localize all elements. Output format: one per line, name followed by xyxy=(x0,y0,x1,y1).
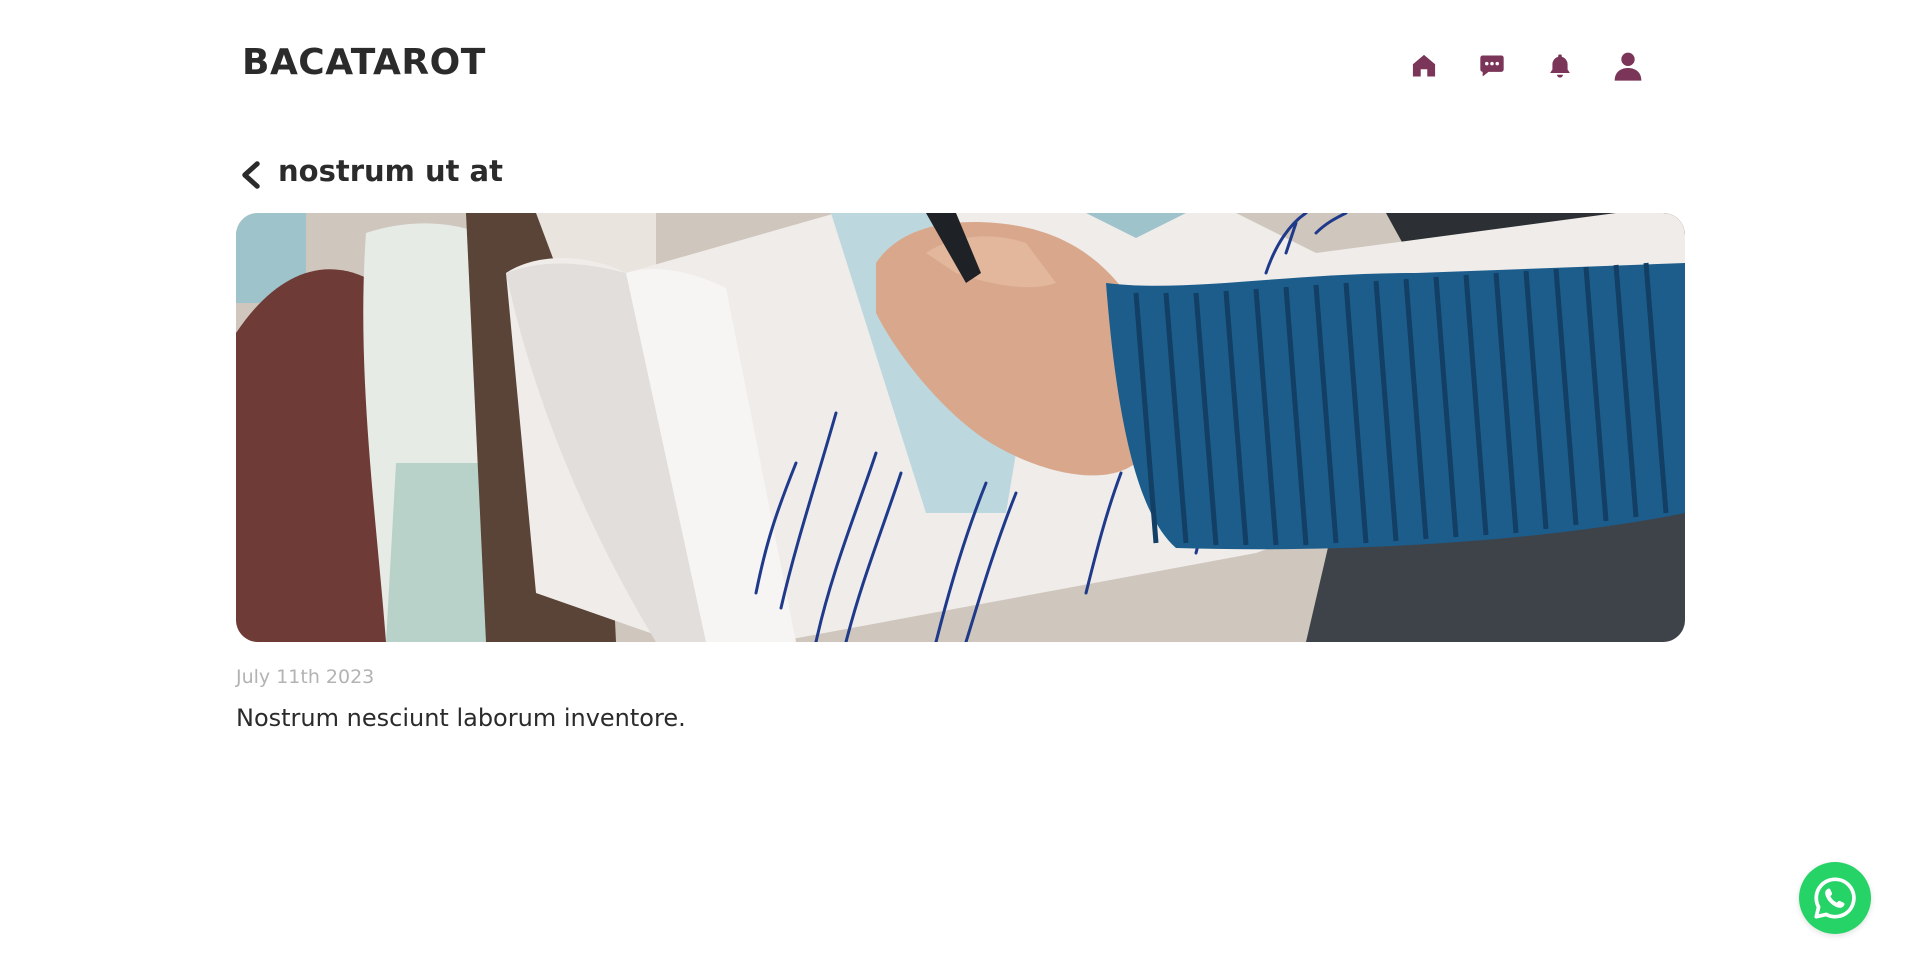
post-date: July 11th 2023 xyxy=(236,666,375,688)
chevron-left-icon xyxy=(242,161,260,189)
post-title-row: nostrum ut at xyxy=(234,150,503,192)
notifications-button[interactable] xyxy=(1526,46,1594,86)
user-icon xyxy=(1614,52,1642,81)
home-button[interactable] xyxy=(1390,46,1458,86)
home-icon xyxy=(1412,54,1436,77)
top-nav xyxy=(1390,46,1662,86)
post-hero-image xyxy=(236,213,1685,642)
post-title: nostrum ut at xyxy=(278,154,503,188)
messages-button[interactable] xyxy=(1458,46,1526,86)
whatsapp-icon xyxy=(1814,877,1856,919)
profile-button[interactable] xyxy=(1594,46,1662,86)
bell-icon xyxy=(1550,54,1570,78)
post-body: Nostrum nesciunt laborum inventore. xyxy=(236,704,686,732)
chat-icon xyxy=(1480,55,1504,77)
page: BACATAROT nostrum ut at July 11th 2023 N… xyxy=(0,0,1920,972)
back-button[interactable] xyxy=(234,158,268,192)
whatsapp-button[interactable] xyxy=(1799,862,1871,934)
brand-logo[interactable]: BACATAROT xyxy=(242,42,486,83)
